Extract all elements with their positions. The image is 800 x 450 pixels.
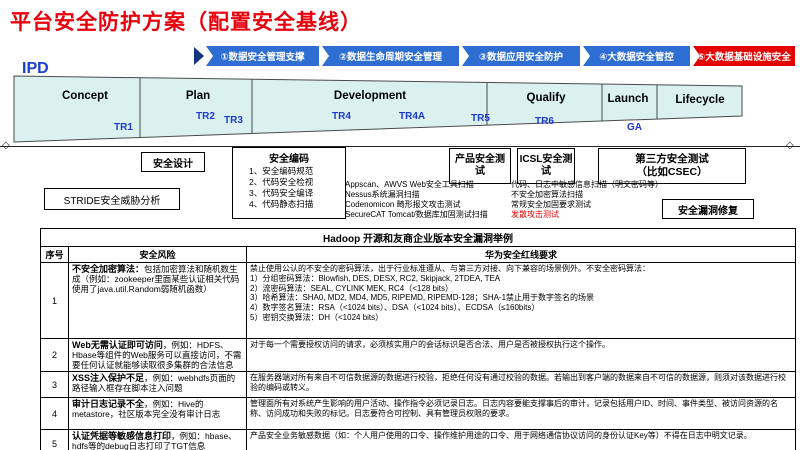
capability-badge-2: ②数据生命周期安全管理 — [322, 46, 459, 66]
milestone-ga: GA — [627, 122, 642, 133]
tool-scan-item: Codenomicon 畸形报文攻击测试 — [345, 200, 461, 209]
tool-scan-item: Nessus系统漏洞扫描 — [345, 190, 420, 199]
table-title: Hadoop 开源和友商企业版本安全漏洞举例 — [39, 228, 797, 247]
third-party-test-box: 第三方安全测试 （比如CSEC） — [598, 148, 746, 184]
phase-lifecycle: Lifecycle — [675, 94, 725, 106]
badge-lead-arrow-icon — [194, 47, 204, 65]
vulnerability-table: Hadoop 开源和友商企业版本安全漏洞举例 序号 安全风险 华为安全红线要求 … — [39, 228, 797, 450]
milestone-tr6: TR6 — [535, 116, 554, 127]
requirement-cell: 对于每一个需要授权访问的请求，必须核实用户的会话标识是否合法、用户是否被授权执行… — [245, 338, 797, 372]
secure-coding-item: 1、安全编码规范 — [249, 166, 314, 176]
table-row: 5 认证凭据等敏感信息打印，例如：hbase、hdfs等的debug日志打印了T… — [40, 429, 797, 450]
security-design-box: 安全设计 — [141, 152, 205, 172]
ipd-funnel-shape — [13, 75, 743, 143]
col-header-num: 序号 — [40, 246, 69, 263]
row-num: 3 — [40, 371, 69, 398]
sensitive-scan-highlight: 发散攻击测试 — [511, 210, 559, 219]
risk-term: XSS注入保护不足 — [72, 373, 145, 383]
risk-cell: XSS注入保护不足，例如：webhdfs页面的路径输入框存在脚本注入问题 — [68, 371, 247, 398]
risk-cell: 认证凭据等敏感信息打印，例如：hbase、hdfs等的debug日志打印了TGT… — [68, 429, 247, 450]
row-num: 5 — [40, 429, 69, 450]
vuln-fix-box: 安全漏洞修复 — [662, 199, 754, 219]
milestone-tr3: TR3 — [224, 115, 243, 126]
sensitive-scan-item: 代码、日志中敏感信息扫描（明文密码等） — [511, 180, 663, 189]
milestone-tr2: TR2 — [196, 111, 215, 122]
icsl-security-test-box: ICSL安全测试 — [517, 148, 575, 184]
requirement-cell: 在服务器端对所有来自不可信数据源的数据进行校验，拒绝任何没有通过校验的数据。若输… — [245, 371, 797, 398]
sensitive-scan-item: 常规安全加固要求测试 — [511, 200, 591, 209]
row-num: 2 — [40, 338, 69, 372]
milestone-tr1: TR1 — [114, 122, 133, 133]
table-row: 3 XSS注入保护不足，例如：webhdfs页面的路径输入框存在脚本注入问题 在… — [40, 371, 797, 398]
tool-scan-list: Appscan、AWVS Web安全工具扫描 Nessus系统漏洞扫描 Code… — [345, 180, 515, 220]
risk-cell: Web无需认证即可访问，例如：HDFS、Hbase等组件的Web服务可以直接访问… — [68, 338, 247, 372]
diamond-marker-icon: ◇ — [786, 140, 794, 151]
milestone-tr5: TR5 — [471, 113, 490, 124]
sensitive-scan-item: 不安全加密算法扫描 — [511, 190, 583, 199]
secure-coding-title: 安全编码 — [269, 154, 309, 165]
col-header-req: 华为安全红线要求 — [245, 246, 797, 263]
table-row: 1 不安全加密算法：包括加密算法和随机数生成（例如：zookeeper里面某些认… — [40, 262, 797, 339]
product-security-test-box: 产品安全测试 — [449, 148, 511, 184]
risk-term: 不安全加密算法： — [72, 264, 145, 274]
phase-plan: Plan — [185, 90, 211, 102]
table-row: 4 审计日志记录不全，例如：Hive的metastore，社区版本完全没有审计日… — [40, 397, 797, 430]
milestone-tr4a: TR4A — [399, 111, 426, 122]
capability-badge-5-highlight: ⑤大数据基础设施安全 — [693, 46, 795, 66]
risk-term: 审计日志记录不全 — [72, 399, 145, 409]
slide: 平台安全防护方案（配置安全基线） ①数据安全管理支撑 ②数据生命周期安全管理 ③… — [0, 0, 800, 450]
stride-analysis-box: STRIDE安全威胁分析 — [44, 188, 180, 210]
secure-coding-item: 3、代码安全编译 — [249, 188, 314, 198]
capability-badge-1: ①数据安全管理支撑 — [206, 46, 319, 66]
risk-term: Web无需认证即可访问 — [72, 340, 163, 350]
phase-launch: Launch — [607, 93, 649, 105]
table-title-row: Hadoop 开源和友商企业版本安全漏洞举例 — [39, 228, 797, 247]
requirement-cell: 禁止使用公认的不安全的密码算法，出于行业标准遵从、与第三方对接、向下兼容的场景例… — [245, 262, 797, 339]
tool-scan-item: SecureCAT Tomcat/数据库加固测试扫描 — [345, 210, 488, 219]
secure-coding-item: 4、代码静态扫描 — [249, 199, 314, 209]
risk-cell: 审计日志记录不全，例如：Hive的metastore，社区版本完全没有审计日志 — [68, 397, 247, 430]
requirement-cell: 产品安全业务敏感数据（如：个人用户使用的口令、操作维护用途的口令、用于网络通信协… — [245, 429, 797, 450]
table-header-row: 序号 安全风险 华为安全红线要求 — [40, 246, 797, 263]
diamond-marker-icon: ◇ — [2, 140, 10, 151]
phase-concept: Concept — [62, 90, 108, 102]
page-title: 平台安全防护方案（配置安全基线） — [10, 11, 362, 34]
risk-cell: 不安全加密算法：包括加密算法和随机数生成（例如：zookeeper里面某些认证相… — [68, 262, 247, 339]
tool-scan-item: Appscan、AWVS Web安全工具扫描 — [345, 180, 474, 189]
milestone-tr4: TR4 — [332, 111, 351, 122]
risk-term: 认证凭据等敏感信息打印 — [72, 431, 172, 441]
phase-qualify: Qualify — [526, 92, 566, 104]
col-header-risk: 安全风险 — [68, 246, 247, 263]
sensitive-scan-list: 代码、日志中敏感信息扫描（明文密码等） 不安全加密算法扫描 常规安全加固要求测试… — [511, 180, 671, 220]
secure-coding-item: 2、代码安全检视 — [249, 177, 314, 187]
row-num: 1 — [40, 262, 69, 339]
row-num: 4 — [40, 397, 69, 430]
capability-badge-4: ④大数据安全管控 — [583, 46, 690, 66]
phase-development: Development — [333, 90, 407, 102]
table-row: 2 Web无需认证即可访问，例如：HDFS、Hbase等组件的Web服务可以直接… — [40, 338, 797, 372]
timeline-axis — [0, 146, 800, 147]
secure-coding-box: 安全编码 1、安全编码规范 2、代码安全检视 3、代码安全编译 4、代码静态扫描 — [232, 147, 346, 219]
capability-badge-3: ③数据应用安全防护 — [462, 46, 580, 66]
requirement-cell: 管理面所有对系统产生影响的用户活动、操作指令必须记录日志。日志内容要能支撑事后的… — [245, 397, 797, 430]
